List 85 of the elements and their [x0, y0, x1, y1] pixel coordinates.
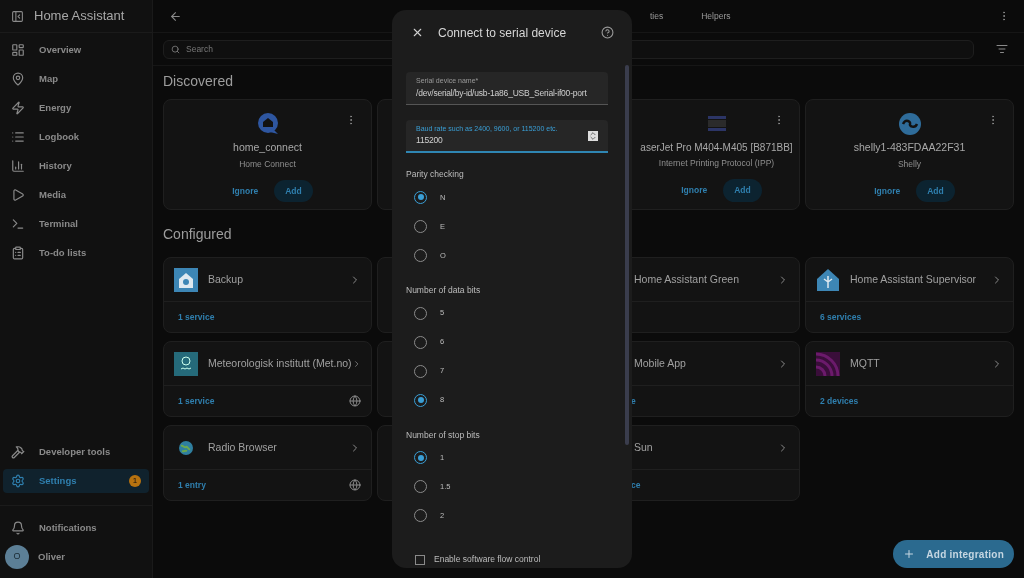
integration-name: Shelly — [897, 157, 922, 171]
bell-icon — [11, 521, 25, 535]
integration-name: Internet Printing Protocol (IPP) — [658, 157, 775, 170]
chat-house-icon — [255, 112, 280, 136]
sidebar-item[interactable]: Map — [3, 67, 149, 91]
checkbox[interactable] — [415, 554, 425, 565]
signal-icon — [816, 351, 840, 376]
add-button[interactable]: Add — [916, 179, 955, 203]
list-icon — [11, 130, 25, 144]
user-item[interactable]: O Oliver — [0, 544, 152, 570]
spinner-icon[interactable] — [588, 130, 598, 141]
swirl-logo-icon — [897, 112, 922, 136]
house-icon — [174, 267, 198, 292]
integration-name: Home Connect — [239, 157, 296, 171]
add-integration-button[interactable]: Add integration — [893, 540, 1014, 568]
search-icon — [171, 44, 180, 54]
field-value: 115200 — [416, 134, 444, 148]
app-title: Home Assistant — [34, 7, 125, 26]
sun-wave-icon — [174, 351, 198, 376]
menu-icon[interactable] — [11, 9, 24, 23]
sidebar-item[interactable]: Developer tools — [3, 440, 149, 464]
play-icon — [11, 188, 25, 202]
ignore-button[interactable]: Ignore — [222, 180, 269, 202]
integration-name: Mobile App — [634, 355, 687, 371]
ignore-button[interactable]: Ignore — [864, 180, 911, 202]
section-heading: Discovered — [163, 72, 234, 91]
sidebar-item[interactable]: History — [3, 154, 149, 178]
add-button[interactable]: Add — [723, 178, 762, 202]
integration-name: Home Assistant Green — [634, 271, 741, 287]
help-icon[interactable] — [601, 26, 614, 39]
ignore-button[interactable]: Ignore — [671, 179, 718, 201]
integration-name: MQTT — [850, 355, 881, 371]
clipboard-icon — [11, 246, 25, 260]
integration-name: Radio Browser — [208, 439, 278, 455]
dashboard-icon — [11, 43, 25, 57]
group-label: Parity checking — [406, 168, 465, 181]
device-name: aserJet Pro M404-M405 [B871BB] — [640, 141, 793, 155]
close-icon[interactable] — [411, 26, 424, 39]
integration-name: Backup — [208, 271, 245, 287]
terminal-icon — [11, 217, 25, 231]
group-label: Number of stop bits — [406, 428, 481, 442]
integration-card[interactable]: Backup 1 service — [163, 257, 372, 333]
integration-name: Home Assistant Supervisor — [850, 271, 978, 287]
sidebar-item[interactable]: Energy — [3, 96, 149, 120]
integration-card[interactable]: MQTT 2 devices — [805, 341, 1014, 417]
map-pin-icon — [11, 72, 25, 86]
filter-icon[interactable] — [996, 43, 1008, 55]
entry-count-link[interactable]: 1 service — [178, 394, 349, 408]
plus-icon — [903, 548, 916, 560]
notification-badge: 1 — [129, 475, 141, 487]
sidebar-item[interactable]: Media — [3, 183, 149, 207]
back-arrow-icon[interactable] — [169, 9, 182, 23]
sidebar-item[interactable]: Terminal — [3, 212, 149, 236]
integration-card[interactable]: Radio Browser 1 entry — [163, 425, 372, 501]
network-house-icon — [816, 267, 840, 292]
group-label: Number of data bits — [406, 283, 482, 297]
device-name: shelly1-483FDAA22F31 — [853, 140, 966, 155]
sidebar-item[interactable]: Overview — [3, 38, 149, 62]
field-value: /dev/serial/by-id/usb-1a86_USB_Serial-if00-port — [416, 86, 588, 100]
checkbox-option[interactable]: Enable software flow control — [406, 553, 608, 566]
notifications-item[interactable]: Notifications — [3, 516, 149, 540]
integration-name: Sun — [634, 439, 654, 455]
tab[interactable]: ties — [650, 9, 664, 23]
scrollbar-thumb[interactable] — [625, 65, 629, 445]
section-heading: Configured — [163, 225, 232, 244]
settings-icon — [11, 474, 25, 488]
user-avatar: O — [5, 545, 29, 569]
sidebar-item[interactable]: To-do lists — [3, 241, 149, 265]
entry-count-link[interactable]: 1 entry — [178, 478, 349, 492]
entry-count-link[interactable]: 6 services — [820, 310, 1003, 324]
hammer-icon — [11, 445, 25, 459]
tab[interactable]: Helpers — [701, 9, 731, 23]
device-name: home_connect — [233, 140, 302, 155]
entry-count-link[interactable]: ce — [631, 478, 789, 492]
sidebar-item[interactable]: Settings 1 — [3, 469, 149, 493]
integration-card[interactable]: Home Assistant Supervisor 6 services — [805, 257, 1014, 333]
bar-chart-icon — [11, 159, 25, 173]
integration-card[interactable]: Meteorologisk institutt (Met.no) 1 service — [163, 341, 372, 417]
dialog-title: Connect to serial device — [438, 24, 568, 42]
integration-name: Meteorologisk institutt (Met.no) — [208, 355, 352, 371]
entry-count-link[interactable]: 1 service — [178, 310, 361, 324]
add-button[interactable]: Add — [274, 179, 313, 203]
sidebar-item[interactable]: Logbook — [3, 125, 149, 149]
entry-count-link[interactable]: 2 devices — [820, 394, 1003, 408]
lightning-icon — [11, 101, 25, 115]
